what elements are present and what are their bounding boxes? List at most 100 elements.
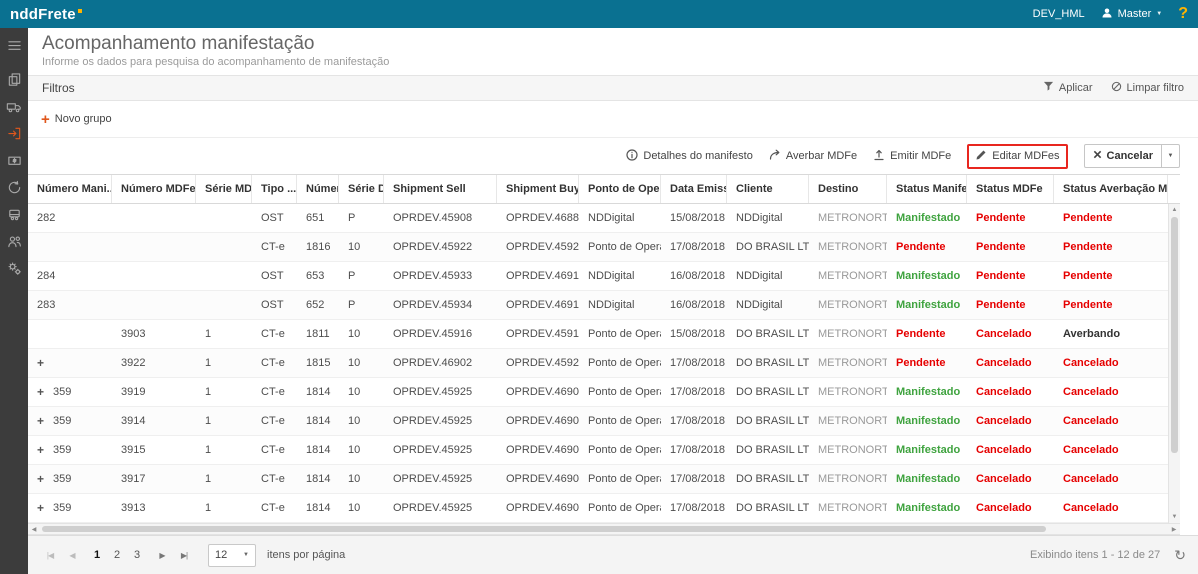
cell-status_mdfe: Cancelado	[967, 436, 1054, 464]
cell-shipment_sell: OPRDEV.45925	[384, 436, 497, 464]
sidebar-item-users[interactable]	[0, 230, 28, 257]
horizontal-scroll-track[interactable]	[40, 524, 1168, 534]
cell-status_mdfe: Cancelado	[967, 494, 1054, 522]
averbar-mdfe-button[interactable]: Averbar MDFe	[769, 149, 857, 164]
sidebar-item-freight[interactable]	[0, 95, 28, 122]
scroll-right-icon[interactable]: ▶	[1168, 523, 1180, 535]
column-header-status_averbacao[interactable]: Status Averbação MDFe↑	[1054, 175, 1168, 203]
manifest-details-button[interactable]: Detalhes do manifesto	[626, 148, 753, 164]
cell-status_averbacao: Averbando	[1054, 320, 1168, 348]
table-row[interactable]: CT-e 1816 10 OPRDEV.45922 OPRDEV.45920 Ponto …	[28, 233, 1168, 262]
table-row[interactable]: +359 3917 1 CT-e 1814 10 OPRDEV.45925 OPRDEV.46…	[28, 465, 1168, 494]
brand-text: nddFrete	[10, 5, 76, 23]
sidebar-item-settings[interactable]	[0, 257, 28, 284]
table-row[interactable]: 282 OST 651 P OPRDEV.45908 OPRDEV.46884 NDDigi…	[28, 204, 1168, 233]
table-row[interactable]: 284 OST 653 P OPRDEV.45933 OPRDEV.46912 NDDigi…	[28, 262, 1168, 291]
gears-icon	[7, 261, 22, 281]
expand-icon[interactable]: +	[37, 356, 44, 370]
column-header-status_mdfe[interactable]: Status MDFe	[967, 175, 1054, 203]
cell-serie_mdfe: 1	[196, 320, 252, 348]
cancelar-dropdown-button[interactable]: ▼	[1161, 145, 1179, 167]
pager-prev-button[interactable]: ◀	[62, 543, 82, 567]
table-row[interactable]: 283 OST 652 P OPRDEV.45934 OPRDEV.46914 NDDigi…	[28, 291, 1168, 320]
user-menu[interactable]: Master ▼	[1101, 7, 1162, 22]
expand-icon[interactable]: +	[37, 443, 44, 457]
status-badge: Manifestado	[896, 386, 961, 398]
vertical-scroll-track[interactable]	[1169, 216, 1180, 511]
cell-status_averbacao: Cancelado	[1054, 378, 1168, 406]
grid-vertical-scrollbar[interactable]: ▲ ▼	[1168, 204, 1180, 523]
column-header-shipment_sell[interactable]: Shipment Sell	[384, 175, 497, 203]
column-header-numero_manifesto[interactable]: Número Mani...	[28, 175, 112, 203]
pager-last-button[interactable]: ▶|	[174, 543, 194, 567]
emitir-mdfe-button[interactable]: Emitir MDFe	[873, 149, 951, 164]
sidebar-item-fleet[interactable]	[0, 203, 28, 230]
help-button[interactable]: ?	[1178, 5, 1188, 23]
apply-filter-button[interactable]: Aplicar	[1043, 81, 1093, 95]
cell-tipo: CT-e	[252, 378, 297, 406]
averbar-mdfe-label: Averbar MDFe	[785, 150, 858, 162]
scroll-up-icon[interactable]: ▲	[1169, 204, 1180, 216]
expand-icon[interactable]: +	[37, 501, 44, 515]
cell-serie_mdfe	[196, 262, 252, 290]
table-row[interactable]: +3922 1 CT-e 1815 10 OPRDEV.46902 OPRDEV.45923…	[28, 349, 1168, 378]
cancelar-button[interactable]: Cancelar	[1085, 145, 1161, 167]
sidebar-item-documents[interactable]	[0, 68, 28, 95]
editar-mdfes-button[interactable]: Editar MDFes	[967, 143, 1068, 169]
vertical-scroll-thumb[interactable]	[1171, 217, 1178, 453]
sidebar-item-menu[interactable]	[0, 34, 28, 61]
expand-icon[interactable]: +	[37, 414, 44, 428]
column-header-numero[interactable]: Número ...	[297, 175, 339, 203]
table-row[interactable]: +359 3914 1 CT-e 1814 10 OPRDEV.45925 OPRDEV.46…	[28, 407, 1168, 436]
cell-serie_d: 10	[339, 233, 384, 261]
column-header-destino[interactable]: Destino	[809, 175, 887, 203]
expand-icon[interactable]: +	[37, 472, 44, 486]
grid-horizontal-scrollbar[interactable]: ◀ ▶	[28, 523, 1180, 535]
column-header-cliente[interactable]: Cliente	[727, 175, 809, 203]
column-header-shipment_buy[interactable]: Shipment Buy	[497, 175, 579, 203]
cell-data_emissao: 17/08/2018 1...	[661, 465, 727, 493]
table-row[interactable]: +359 3915 1 CT-e 1814 10 OPRDEV.45925 OPRDEV.46…	[28, 436, 1168, 465]
cell-data_emissao: 17/08/2018 1...	[661, 349, 727, 377]
cell-value: 17/08/2018 1...	[670, 357, 727, 369]
cell-serie_d: 10	[339, 349, 384, 377]
brand-logo[interactable]: nddFrete	[10, 6, 82, 23]
pager-first-button[interactable]: |◀	[40, 543, 60, 567]
status-badge: Manifestado	[896, 212, 961, 224]
scroll-down-icon[interactable]: ▼	[1169, 511, 1180, 523]
table-row[interactable]: +359 3919 1 CT-e 1814 10 OPRDEV.45925 OPRDEV.46…	[28, 378, 1168, 407]
status-badge: Cancelado	[976, 357, 1032, 369]
pager-page-1[interactable]: 1	[88, 543, 106, 567]
status-badge: Pendente	[896, 328, 946, 340]
sidebar-item-billing[interactable]	[0, 149, 28, 176]
table-row[interactable]: +359 3913 1 CT-e 1814 10 OPRDEV.45925 OPRDEV.46…	[28, 494, 1168, 523]
horizontal-scroll-thumb[interactable]	[42, 526, 1046, 532]
refresh-icon[interactable]: ↻	[1174, 547, 1186, 564]
column-header-status_manifesto[interactable]: Status Manifesto	[887, 175, 967, 203]
pager-next-button[interactable]: ▶	[152, 543, 172, 567]
sidebar-item-financial[interactable]	[0, 176, 28, 203]
clear-filter-button[interactable]: Limpar filtro	[1111, 81, 1184, 95]
column-header-tipo[interactable]: Tipo ...	[252, 175, 297, 203]
column-header-serie_d[interactable]: Série D...	[339, 175, 384, 203]
column-header-serie_mdfe[interactable]: Série MDFe	[196, 175, 252, 203]
new-group-button[interactable]: + Novo grupo	[41, 112, 112, 127]
filters-panel-header[interactable]: Filtros Aplicar Limpar filtro	[28, 75, 1198, 101]
pager-page-2[interactable]: 2	[108, 543, 126, 567]
cell-value: CT-e	[261, 444, 285, 456]
table-row[interactable]: 3903 1 CT-e 1811 10 OPRDEV.45916 OPRDEV.45914 P…	[28, 320, 1168, 349]
cell-numero: 651	[297, 204, 339, 232]
page-size-select[interactable]: 12 ▼	[208, 543, 256, 567]
scroll-left-icon[interactable]: ◀	[28, 523, 40, 535]
column-header-data_emissao[interactable]: Data Emissã...	[661, 175, 727, 203]
expand-icon[interactable]: +	[37, 385, 44, 399]
caret-down-icon: ▼	[243, 552, 249, 558]
cell-shipment_buy: OPRDEV.46912	[497, 262, 579, 290]
pager-page-3[interactable]: 3	[128, 543, 146, 567]
sidebar-item-manifestation[interactable]	[0, 122, 28, 149]
cell-numero: 1811	[297, 320, 339, 348]
cell-serie_mdfe: 1	[196, 494, 252, 522]
column-header-numero_mdfe[interactable]: Número MDFe	[112, 175, 196, 203]
cell-value: OPRDEV.45925	[393, 473, 473, 485]
column-header-ponto_operacao[interactable]: Ponto de Operação	[579, 175, 661, 203]
